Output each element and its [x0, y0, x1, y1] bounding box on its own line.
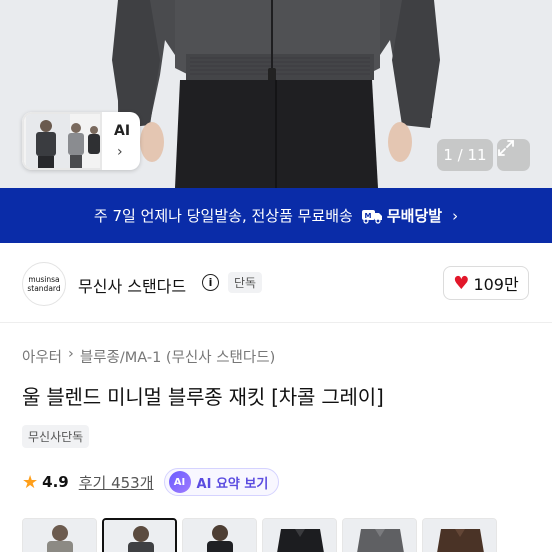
- brand-logo[interactable]: musinsa standard: [22, 262, 66, 306]
- free-delivery-badge: M 무배당발: [361, 205, 442, 226]
- like-count: 109만: [473, 275, 519, 294]
- expand-icon[interactable]: [497, 139, 530, 171]
- brand-logo-line2: standard: [27, 284, 61, 293]
- breadcrumb-item[interactable]: 아우터: [22, 346, 62, 367]
- ai-summary-label: AI 요약 보기: [196, 476, 269, 492]
- rating-value: 4.9: [42, 473, 69, 491]
- product-hero-image[interactable]: AI › 1 / 11: [0, 0, 552, 188]
- free-delivery-label: 무배당발: [386, 207, 443, 225]
- thumbnail-image: [22, 112, 102, 170]
- exclusive-tag: 단독: [228, 272, 263, 293]
- star-icon: ★: [22, 471, 39, 493]
- brand-name[interactable]: 무신사 스탠다드: [78, 273, 186, 297]
- truck-icon: M: [361, 209, 382, 224]
- color-option[interactable]: [422, 518, 497, 552]
- like-button[interactable]: ♥ 109만: [443, 266, 529, 300]
- ai-thumbnail-label: AI: [114, 123, 131, 139]
- rating-row: ★ 4.9 후기 453개 AI AI 요약 보기: [22, 467, 280, 497]
- exclusive-badge: 무신사단독: [22, 425, 90, 448]
- divider: [0, 322, 552, 323]
- svg-text:M: M: [364, 212, 371, 220]
- brand-row: musinsa standard 무신사 스탠다드 i 단독 ♥ 109만: [0, 260, 552, 306]
- reviews-link[interactable]: 후기 453개: [79, 472, 154, 493]
- ai-summary-button[interactable]: AI AI 요약 보기: [163, 468, 280, 496]
- shipping-banner-text: 주 7일 언제나 당일발송, 전상품 무료배송: [93, 207, 353, 225]
- color-option[interactable]: [262, 518, 337, 552]
- color-options: [22, 518, 497, 552]
- info-icon[interactable]: i: [202, 274, 219, 291]
- color-option[interactable]: [22, 518, 97, 552]
- breadcrumb-item[interactable]: 블루종/MA-1 (무신사 스탠다드): [80, 346, 275, 367]
- chevron-right-icon: ›: [68, 346, 74, 362]
- image-counter: 1 / 11: [437, 139, 493, 171]
- chevron-right-icon: ›: [117, 144, 123, 160]
- color-option[interactable]: [342, 518, 417, 552]
- brand-logo-line1: musinsa: [28, 275, 60, 284]
- product-title: 울 블렌드 미니멀 블루종 재킷 [차콜 그레이]: [22, 385, 384, 409]
- ai-thumbnail-preview[interactable]: AI ›: [22, 112, 140, 170]
- ai-icon: AI: [168, 471, 191, 493]
- shipping-banner[interactable]: 주 7일 언제나 당일발송, 전상품 무료배송 M 무배당발 ›: [0, 188, 552, 243]
- breadcrumb: 아우터 › 블루종/MA-1 (무신사 스탠다드): [22, 346, 275, 367]
- chevron-right-icon: ›: [452, 206, 459, 225]
- heart-icon: ♥: [453, 272, 470, 294]
- color-option[interactable]: [182, 518, 257, 552]
- color-option-selected[interactable]: [102, 518, 177, 552]
